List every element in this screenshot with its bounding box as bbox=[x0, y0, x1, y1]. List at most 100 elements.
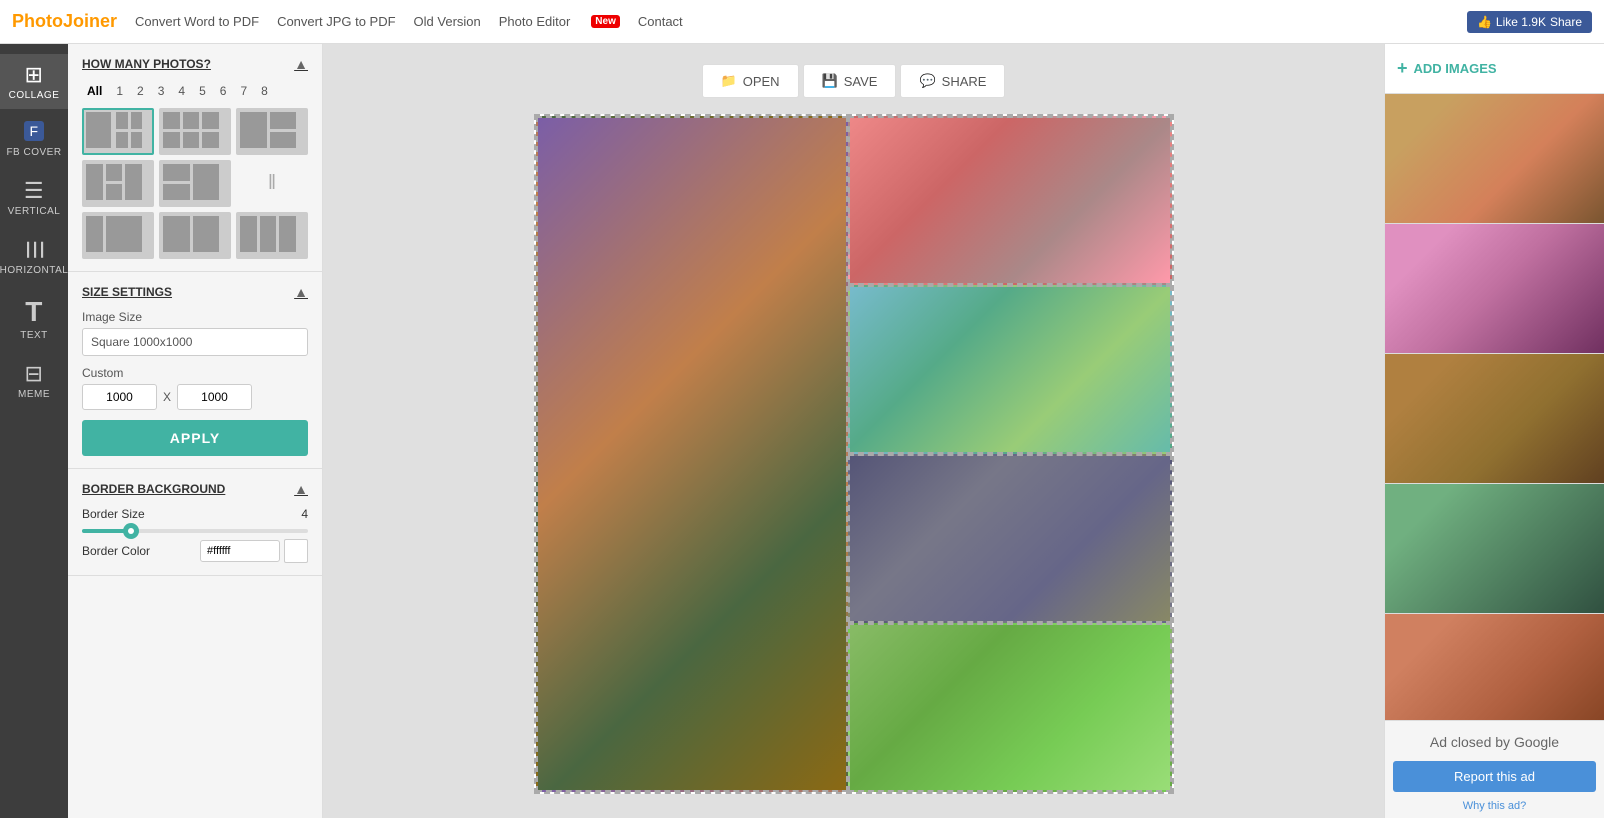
tab-1[interactable]: 1 bbox=[111, 82, 128, 100]
size-settings-title: SIZE SETTINGS bbox=[82, 285, 172, 299]
height-input[interactable] bbox=[177, 384, 252, 410]
image-thumb-2[interactable] bbox=[1385, 224, 1604, 354]
layout-thumb-1[interactable] bbox=[82, 108, 154, 155]
border-slider-thumb[interactable] bbox=[123, 523, 139, 539]
border-slider-fill bbox=[82, 529, 127, 533]
nav-convert-jpg[interactable]: Convert JPG to PDF bbox=[277, 14, 395, 29]
top-navigation: Photo Joiner Convert Word to PDF Convert… bbox=[0, 0, 1604, 44]
size-settings-header[interactable]: SIZE SETTINGS ▲ bbox=[82, 284, 308, 300]
new-badge: New bbox=[591, 15, 620, 28]
sidebar-item-label: TEXT bbox=[20, 330, 48, 341]
fb-cover-icon: f bbox=[24, 121, 43, 141]
border-background-header[interactable]: BORDER BACKGROUND ▲ bbox=[82, 481, 308, 497]
sidebar-item-label: COLLAGE bbox=[9, 90, 60, 101]
save-button[interactable]: 💾 SAVE bbox=[803, 64, 897, 98]
horizontal-icon: ☰ bbox=[21, 240, 47, 260]
tab-all[interactable]: All bbox=[82, 82, 107, 100]
panel: HOW MANY PHOTOS? ▲ All 1 2 3 4 5 6 7 8 bbox=[68, 44, 323, 818]
share-label: SHARE bbox=[942, 74, 987, 89]
sidebar-item-vertical[interactable]: ☰ VERTICAL bbox=[0, 170, 68, 225]
collage-cell-lower-right[interactable] bbox=[848, 454, 1172, 623]
open-button[interactable]: 📁 OPEN bbox=[702, 64, 799, 98]
sidebar-item-text[interactable]: T TEXT bbox=[0, 288, 68, 349]
text-icon: T bbox=[25, 296, 43, 328]
layout-thumb-7[interactable] bbox=[82, 212, 154, 259]
border-color-label: Border Color bbox=[82, 544, 150, 558]
border-color-hex-input[interactable] bbox=[200, 540, 280, 562]
tab-8[interactable]: 8 bbox=[256, 82, 273, 100]
border-collapse-icon[interactable]: ▲ bbox=[294, 481, 308, 497]
size-settings-section: SIZE SETTINGS ▲ Image Size Square 1000x1… bbox=[68, 272, 322, 469]
layout-thumb-2[interactable] bbox=[159, 108, 231, 155]
sidebar-item-label: MEME bbox=[18, 389, 50, 400]
layout-thumb-8[interactable] bbox=[159, 212, 231, 259]
nav-links: Convert Word to PDF Convert JPG to PDF O… bbox=[135, 14, 1449, 29]
how-many-photos-header[interactable]: HOW MANY PHOTOS? ▲ bbox=[82, 56, 308, 72]
main-layout: ⊞ COLLAGE f FB COVER ☰ VERTICAL ☰ HORIZO… bbox=[0, 44, 1604, 818]
sidebar-item-label: VERTICAL bbox=[8, 206, 61, 217]
thumb-inner-5 bbox=[1385, 614, 1604, 720]
slider-thumb-inner bbox=[128, 528, 134, 534]
tab-5[interactable]: 5 bbox=[194, 82, 211, 100]
custom-label: Custom bbox=[82, 366, 308, 380]
share-button[interactable]: 💬 SHARE bbox=[900, 64, 1005, 98]
sidebar-item-collage[interactable]: ⊞ COLLAGE bbox=[0, 54, 68, 109]
image-thumb-4[interactable] bbox=[1385, 484, 1604, 614]
nav-old-version[interactable]: Old Version bbox=[414, 14, 481, 29]
x-label: X bbox=[163, 390, 171, 404]
logo-photo: Photo bbox=[12, 11, 63, 32]
open-label: OPEN bbox=[743, 74, 780, 89]
ad-closed-area: Ad closed by Google Report this ad Why t… bbox=[1385, 720, 1604, 818]
collage-canvas bbox=[534, 114, 1174, 794]
layout-thumb-4[interactable] bbox=[82, 160, 154, 207]
collapse-icon[interactable]: ▲ bbox=[294, 56, 308, 72]
custom-size-inputs: X bbox=[82, 384, 308, 410]
sidebar-item-horizontal[interactable]: ☰ HORIZONTAL bbox=[0, 229, 68, 284]
layout-thumb-5[interactable] bbox=[159, 160, 231, 207]
tab-4[interactable]: 4 bbox=[173, 82, 190, 100]
report-ad-button[interactable]: Report this ad bbox=[1393, 761, 1596, 792]
vertical-icon: ☰ bbox=[24, 178, 44, 204]
image-size-select[interactable]: Square 1000x1000 bbox=[82, 328, 308, 356]
layout-scroll[interactable]: ‖ bbox=[236, 160, 308, 207]
image-thumb-3[interactable] bbox=[1385, 354, 1604, 484]
site-logo[interactable]: Photo Joiner bbox=[12, 11, 117, 32]
layout-thumb-3[interactable] bbox=[236, 108, 308, 155]
thumb-inner-3 bbox=[1385, 354, 1604, 483]
logo-joiner: Joiner bbox=[63, 11, 117, 32]
collage-cell-mid-right[interactable] bbox=[848, 285, 1172, 454]
ad-closed-text: Ad closed by Google bbox=[1393, 733, 1596, 753]
nav-contact[interactable]: Contact bbox=[638, 14, 683, 29]
how-many-photos-section: HOW MANY PHOTOS? ▲ All 1 2 3 4 5 6 7 8 bbox=[68, 44, 322, 272]
image-thumb-1[interactable] bbox=[1385, 94, 1604, 224]
canvas-area: 📁 OPEN 💾 SAVE 💬 SHARE bbox=[323, 44, 1384, 818]
apply-button[interactable]: APPLY bbox=[82, 420, 308, 456]
layout-grid: ‖ bbox=[82, 108, 308, 259]
nav-convert-word[interactable]: Convert Word to PDF bbox=[135, 14, 259, 29]
collage-cell-top-right[interactable] bbox=[848, 116, 1172, 285]
tab-7[interactable]: 7 bbox=[235, 82, 252, 100]
size-settings-collapse-icon[interactable]: ▲ bbox=[294, 284, 308, 300]
sidebar-item-fb-cover[interactable]: f FB COVER bbox=[0, 113, 68, 166]
share-icon: 💬 bbox=[919, 73, 935, 89]
add-images-header[interactable]: + ADD IMAGES bbox=[1385, 44, 1604, 94]
layout-thumb-9[interactable] bbox=[236, 212, 308, 259]
collage-icon: ⊞ bbox=[25, 62, 44, 88]
plus-icon: + bbox=[1397, 58, 1408, 79]
thumb-inner-1 bbox=[1385, 94, 1604, 223]
right-sidebar: + ADD IMAGES Ad closed by Google Report bbox=[1384, 44, 1604, 818]
border-size-label: Border Size bbox=[82, 507, 145, 521]
fb-like-button[interactable]: 👍 Like 1.9K Share bbox=[1467, 11, 1592, 33]
collage-cell-bottom-right[interactable] bbox=[848, 623, 1172, 792]
tab-2[interactable]: 2 bbox=[132, 82, 149, 100]
width-input[interactable] bbox=[82, 384, 157, 410]
collage-cell-left[interactable] bbox=[536, 116, 848, 792]
nav-photo-editor[interactable]: Photo Editor bbox=[499, 14, 571, 29]
why-this-ad-link[interactable]: Why this ad? bbox=[1393, 800, 1596, 812]
border-slider-track bbox=[82, 529, 308, 533]
border-color-swatch[interactable] bbox=[284, 539, 308, 563]
sidebar-item-meme[interactable]: ⊟ MEME bbox=[0, 353, 68, 408]
tab-3[interactable]: 3 bbox=[153, 82, 170, 100]
tab-6[interactable]: 6 bbox=[215, 82, 232, 100]
image-thumb-5[interactable] bbox=[1385, 614, 1604, 720]
